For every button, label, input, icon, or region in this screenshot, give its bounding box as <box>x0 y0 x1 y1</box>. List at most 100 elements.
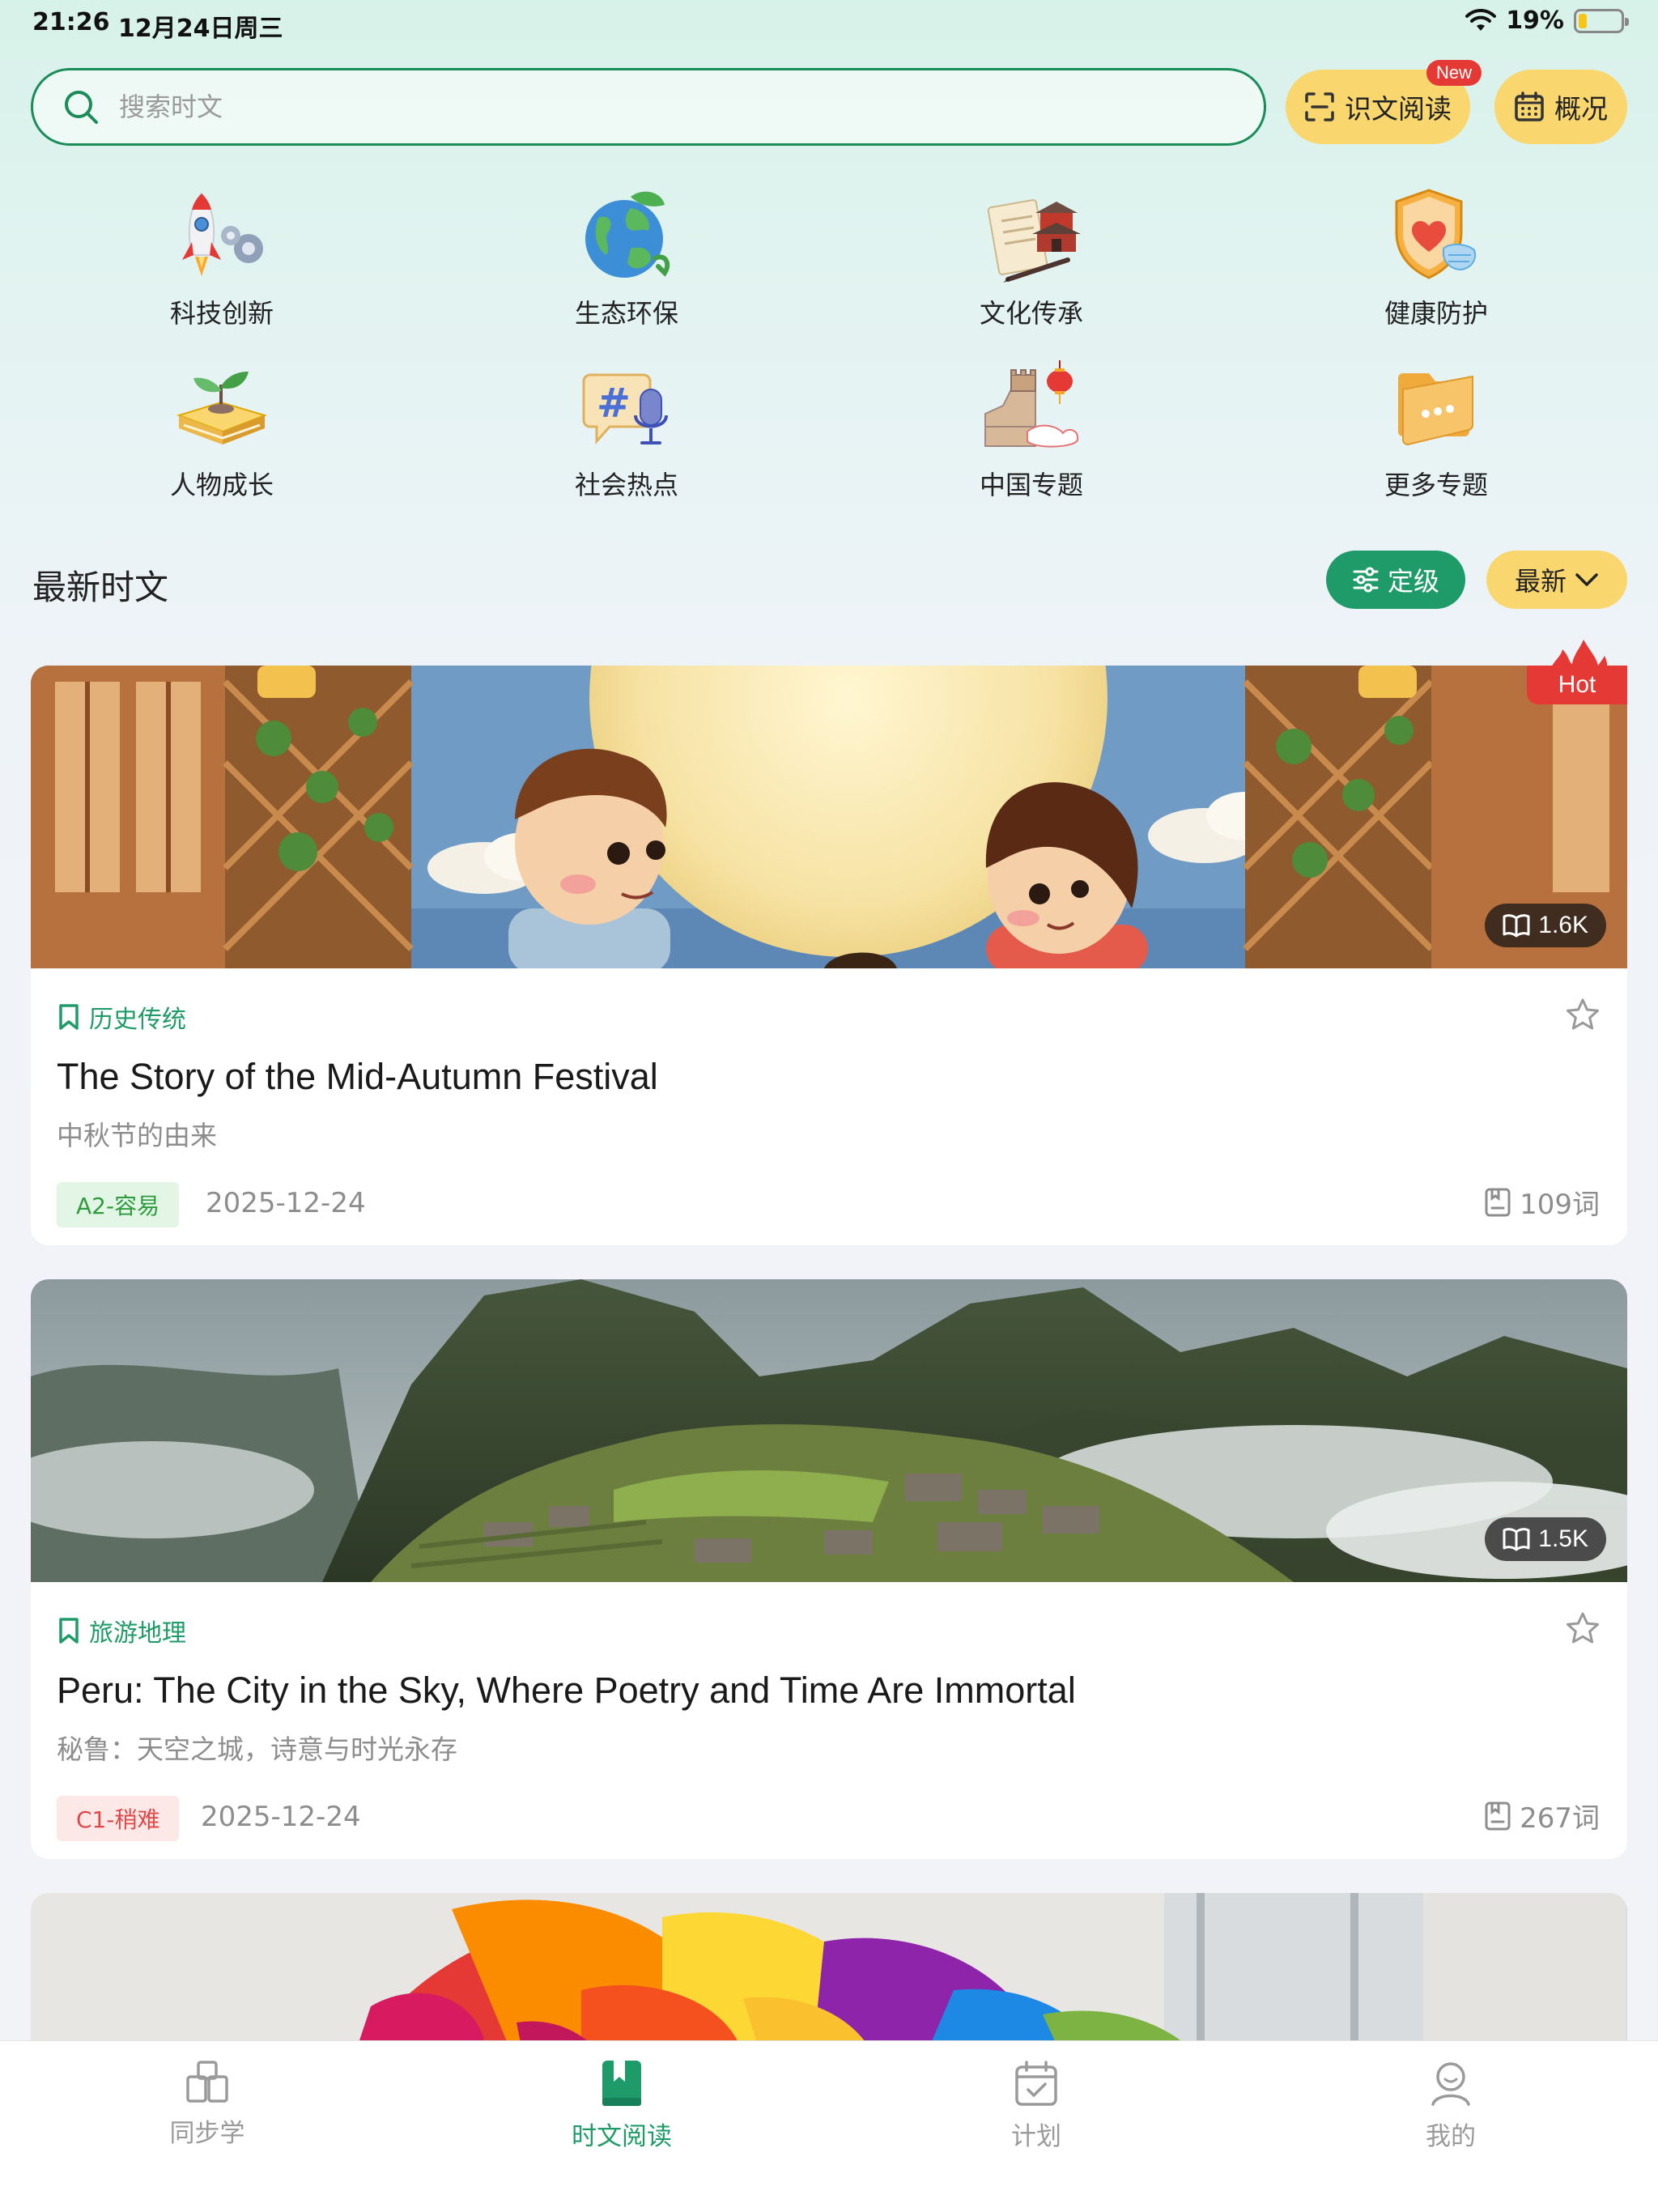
tab-sync-learning[interactable]: 同步学 <box>102 2059 312 2149</box>
recognize-reading-label: 识文阅读 <box>1345 93 1452 125</box>
tab-label: 我的 <box>1426 2122 1476 2151</box>
article-cover-image[interactable]: 1.5K <box>31 1279 1627 1582</box>
open-book-icon <box>1503 1528 1530 1551</box>
shield-heart-icon <box>1380 183 1493 288</box>
category-label: 健康防护 <box>1384 298 1488 329</box>
book-stack-icon <box>186 2061 228 2103</box>
scroll-icon <box>975 183 1088 288</box>
overview-label: 概况 <box>1554 93 1608 125</box>
battery-fill <box>1579 13 1587 28</box>
category-culture[interactable]: 文化传承 <box>934 183 1129 330</box>
flame-icon <box>1550 640 1608 672</box>
rocket-icon <box>165 183 278 288</box>
article-subtitle: 中秋节的由来 <box>57 1120 217 1151</box>
article-card[interactable]: 1.6K Hot 历史传统 The Story of the Mid-Autum… <box>31 640 1627 1245</box>
level-filter-label: 定级 <box>1387 566 1439 597</box>
favorite-star-icon[interactable] <box>1566 998 1600 1032</box>
tab-label: 计划 <box>1011 2122 1061 2151</box>
category-eco[interactable]: 生态环保 <box>529 183 724 330</box>
level-tag: C1-稍难 <box>57 1796 180 1841</box>
globe-icon <box>570 183 683 288</box>
article-category-label: 旅游地理 <box>89 1619 186 1648</box>
article-category: 旅游地理 <box>58 1613 186 1648</box>
search-icon <box>65 91 98 124</box>
word-count-icon <box>1485 1188 1511 1216</box>
battery-percent: 19% <box>1506 6 1564 35</box>
status-indicators: 19% <box>1465 6 1629 35</box>
tab-reading[interactable]: 时文阅读 <box>517 2059 727 2152</box>
category-label: 中国专题 <box>979 470 1083 500</box>
tab-plan[interactable]: 计划 <box>931 2059 1141 2152</box>
sort-label: 最新 <box>1514 566 1567 597</box>
recognize-reading-button[interactable]: 识文阅读 New <box>1286 60 1482 144</box>
new-badge: New <box>1426 60 1482 86</box>
bookmark-icon <box>59 1004 79 1030</box>
category-more[interactable]: 更多专题 <box>1339 355 1533 502</box>
bottom-tab-bar: 同步学 时文阅读 计划 我的 <box>0 2040 1658 2212</box>
category-label: 更多专题 <box>1384 470 1488 500</box>
article-title[interactable]: The Story of the Mid-Autumn Festival <box>57 1056 658 1098</box>
read-count: 1.6K <box>1538 912 1588 938</box>
search-input[interactable] <box>119 91 1171 122</box>
status-bar: 21:26 12月24日周三 19% <box>0 0 1658 52</box>
word-count-icon <box>1485 1802 1511 1830</box>
category-social[interactable]: # 社会热点 <box>529 355 724 502</box>
article-category-label: 历史传统 <box>89 1006 186 1034</box>
category-label: 文化传承 <box>979 298 1083 329</box>
hot-label: Hot <box>1558 671 1596 698</box>
book-sprout-icon <box>165 355 278 460</box>
word-count-value: 109词 <box>1520 1189 1600 1221</box>
scan-icon <box>1305 92 1334 121</box>
category-health[interactable]: 健康防护 <box>1339 183 1533 330</box>
article-date: 2025-12-24 <box>206 1187 366 1219</box>
word-count-value: 267词 <box>1520 1802 1600 1835</box>
article-card[interactable]: 1.5K 旅游地理 Peru: The City in the Sky, Whe… <box>31 1279 1627 1859</box>
sort-button[interactable]: 最新 <box>1486 551 1627 609</box>
tab-profile[interactable]: 我的 <box>1346 2059 1556 2152</box>
hot-badge: Hot <box>1527 640 1627 704</box>
status-time: 21:26 <box>32 8 110 36</box>
category-label: 科技创新 <box>169 298 274 329</box>
calendar-check-icon <box>1015 2061 1057 2106</box>
tab-label: 同步学 <box>169 2119 245 2148</box>
category-label: 生态环保 <box>574 298 678 329</box>
hashtag-mic-icon: # <box>570 355 683 460</box>
article-cover-image[interactable]: 1.6K <box>31 666 1627 968</box>
person-icon <box>1431 2062 1470 2106</box>
tab-label: 时文阅读 <box>572 2122 672 2151</box>
open-book-icon <box>1503 914 1530 938</box>
bookmark-icon <box>59 1618 79 1644</box>
read-count-badge: 1.5K <box>1485 1517 1606 1561</box>
overview-button[interactable]: 概况 <box>1494 70 1627 144</box>
calendar-icon <box>1515 91 1544 121</box>
article-title[interactable]: Peru: The City in the Sky, Where Poetry … <box>57 1670 1076 1712</box>
sliders-icon <box>1353 567 1379 593</box>
article-card-body: 旅游地理 Peru: The City in the Sky, Where Po… <box>31 1582 1627 1859</box>
mid-autumn-illustration <box>31 666 1627 968</box>
svg-text:#: # <box>597 380 631 427</box>
category-label: 人物成长 <box>169 470 274 500</box>
status-date: 12月24日周三 <box>118 15 283 43</box>
search-box[interactable] <box>31 68 1266 146</box>
read-count-badge: 1.6K <box>1485 904 1606 947</box>
battery-icon <box>1574 8 1629 33</box>
article-subtitle: 秘鲁：天空之城，诗意与时光永存 <box>57 1733 457 1765</box>
word-count: 109词 <box>1484 1182 1600 1222</box>
article-card-body: 历史传统 The Story of the Mid-Autumn Festiva… <box>31 968 1627 1245</box>
category-china[interactable]: 中国专题 <box>934 355 1129 502</box>
category-label: 社会热点 <box>574 470 678 500</box>
great-wall-icon <box>975 355 1088 460</box>
section-title: 最新时文 <box>32 568 169 607</box>
bookmark-book-icon <box>602 2061 641 2106</box>
level-tag: A2-容易 <box>57 1182 180 1227</box>
wifi-icon <box>1465 8 1497 31</box>
machu-picchu-photo <box>31 1279 1627 1582</box>
category-growth[interactable]: 人物成长 <box>125 355 319 502</box>
article-category: 历史传统 <box>58 999 186 1035</box>
chevron-down-icon <box>1575 573 1598 586</box>
read-count: 1.5K <box>1538 1525 1588 1552</box>
level-filter-button[interactable]: 定级 <box>1326 551 1465 609</box>
folder-icon <box>1380 355 1493 460</box>
category-tech-innovation[interactable]: 科技创新 <box>125 183 319 330</box>
favorite-star-icon[interactable] <box>1566 1611 1600 1645</box>
